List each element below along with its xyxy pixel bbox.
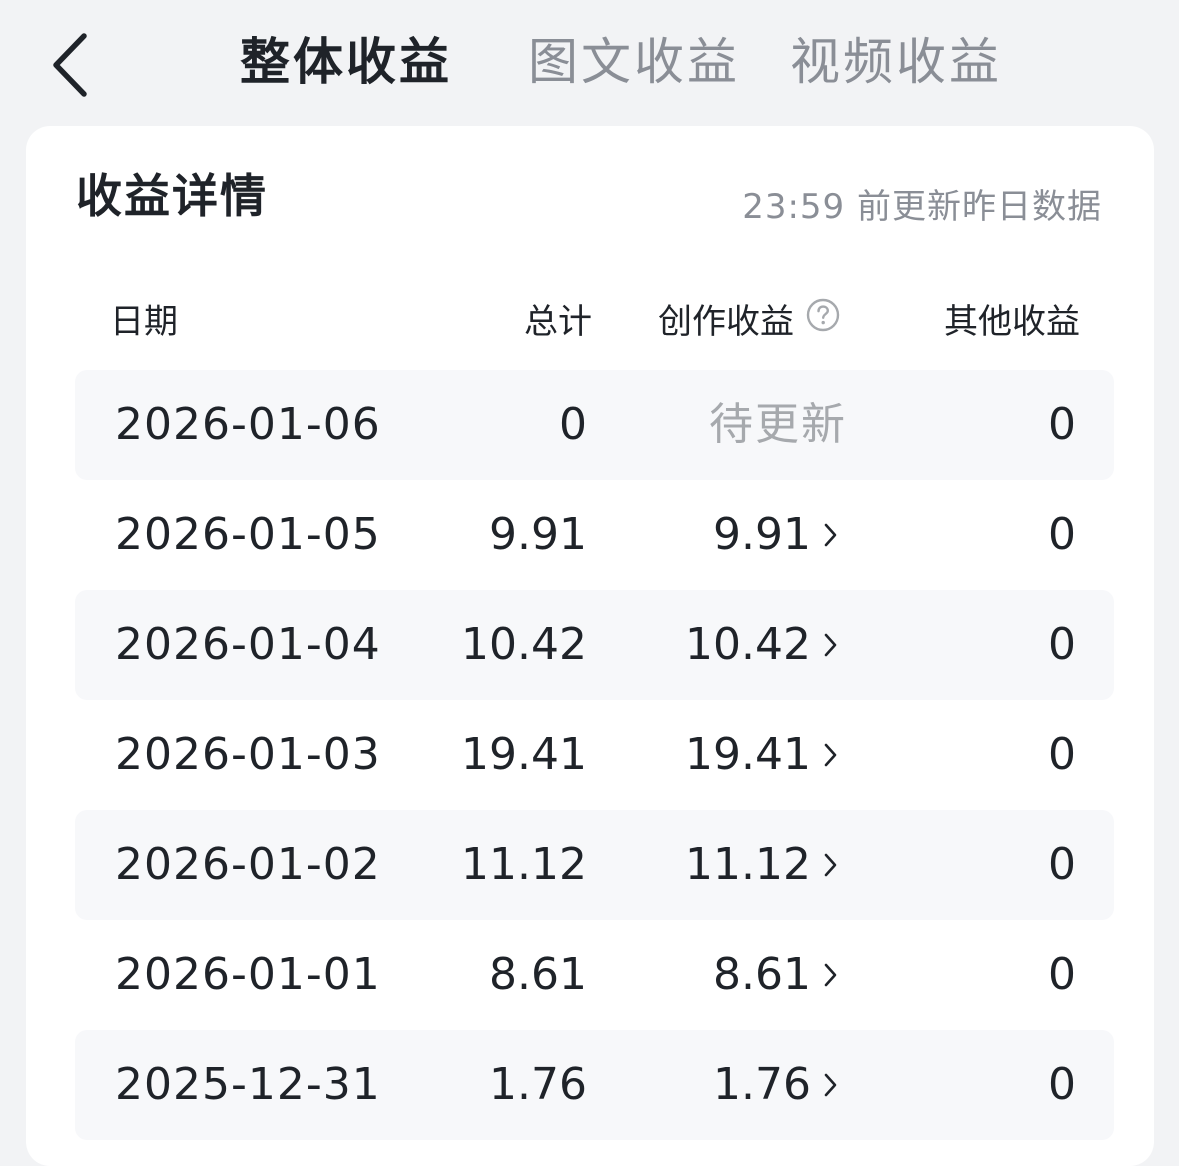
row-creation-earnings: 9.91 [713,509,811,560]
row-total: 10.42 [461,619,587,670]
row-total: 9.91 [489,509,587,560]
header-creation-earnings: 创作收益 [658,292,840,352]
row-other-earnings: 0 [1048,509,1076,560]
table-row[interactable]: 2026-01-01 8.61 8.61 0 [75,920,1114,1030]
chevron-left-icon [53,33,87,97]
row-date: 2026-01-05 [115,509,381,560]
update-note: 23:59 前更新昨日数据 [742,187,1102,227]
tab-video-earnings[interactable]: 视频收益 [790,28,1002,96]
row-date: 2026-01-06 [115,399,381,450]
row-date: 2026-01-02 [115,839,381,890]
row-total: 11.12 [461,839,587,890]
back-button[interactable] [40,22,110,108]
row-creation-earnings: 1.76 [713,1059,811,1110]
chevron-right-icon[interactable] [823,590,843,700]
row-total: 1.76 [489,1059,587,1110]
row-date: 2026-01-03 [115,729,381,780]
row-other-earnings: 0 [1048,1059,1076,1110]
tab-graphic-earnings[interactable]: 图文收益 [528,28,740,96]
header-total: 总计 [524,302,592,342]
row-creation-earnings: 8.61 [713,949,811,1000]
row-other-earnings: 0 [1048,729,1076,780]
row-date: 2026-01-04 [115,619,381,670]
table-row[interactable]: 2026-01-03 19.41 19.41 0 [75,700,1114,810]
table-row[interactable]: 2026-01-02 11.12 11.12 0 [75,810,1114,920]
top-navigation-bar: 整体收益 图文收益 视频收益 [0,0,1179,126]
row-other-earnings: 0 [1048,399,1076,450]
row-creation-pending: 待更新 [709,399,847,450]
tab-overall-earnings[interactable]: 整体收益 [240,28,452,96]
chevron-right-icon[interactable] [823,1030,843,1140]
chevron-right-icon[interactable] [823,480,843,590]
table-row[interactable]: 2026-01-04 10.42 10.42 0 [75,590,1114,700]
row-total: 19.41 [461,729,587,780]
table-row[interactable]: 2026-01-06 0 待更新 0 [75,370,1114,480]
header-date: 日期 [110,302,178,342]
earnings-table-body: 2026-01-06 0 待更新 0 2026-01-05 9.91 9.91 0 2026-0… [75,370,1114,1140]
row-total: 8.61 [489,949,587,1000]
row-other-earnings: 0 [1048,839,1076,890]
earnings-detail-card: 收益详情 23:59 前更新昨日数据 日期 总计 创作收益 其他收益 2026-… [26,126,1154,1166]
row-creation-earnings: 19.41 [685,729,811,780]
table-row[interactable]: 2026-01-05 9.91 9.91 0 [75,480,1114,590]
question-circle-icon[interactable] [806,291,840,351]
row-other-earnings: 0 [1048,619,1076,670]
table-row[interactable]: 2025-12-31 1.76 1.76 0 [75,1030,1114,1140]
chevron-right-icon[interactable] [823,920,843,1030]
row-date: 2026-01-01 [115,949,381,1000]
row-total: 0 [559,399,587,450]
row-creation-earnings: 11.12 [685,839,811,890]
header-other-earnings: 其他收益 [944,302,1080,342]
row-creation-earnings: 10.42 [685,619,811,670]
row-date: 2025-12-31 [115,1059,381,1110]
header-creation-label: 创作收益 [658,302,794,342]
chevron-right-icon[interactable] [823,810,843,920]
card-title: 收益详情 [76,169,268,223]
row-other-earnings: 0 [1048,949,1076,1000]
chevron-right-icon[interactable] [823,700,843,810]
table-header: 日期 总计 创作收益 其他收益 [26,292,1154,352]
